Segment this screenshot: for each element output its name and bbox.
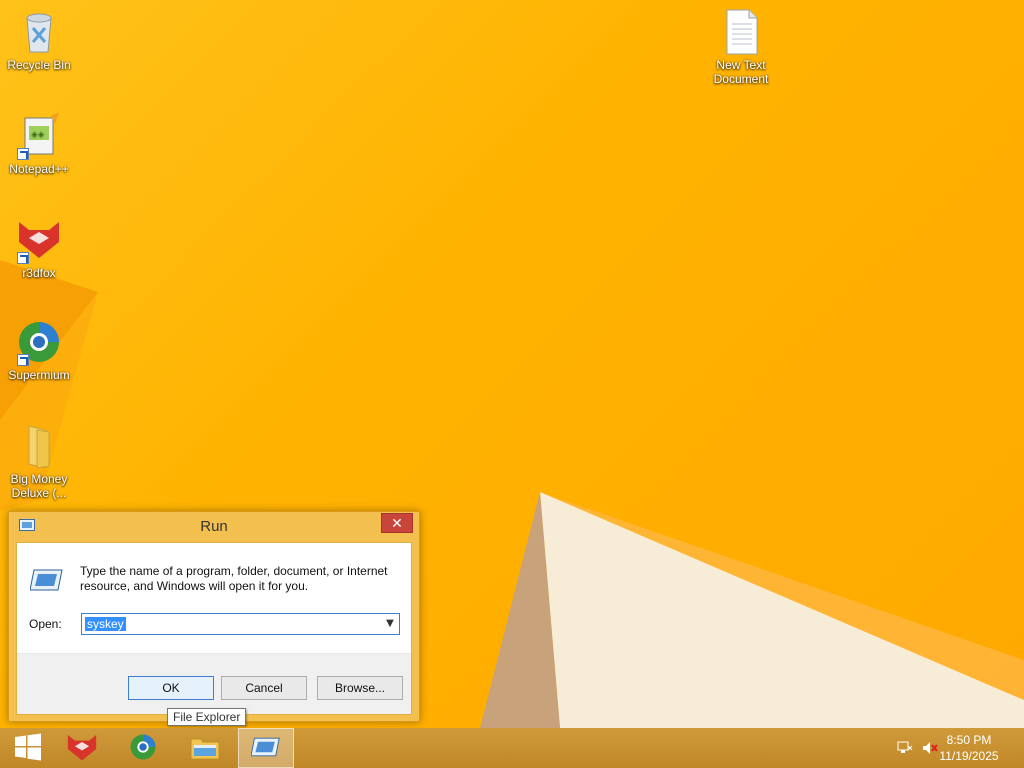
desktop-icon-label: New Text Document xyxy=(713,58,769,86)
desktop-icon-recycle-bin[interactable]: Recycle Bin xyxy=(1,8,77,72)
taskbar-supermium-button[interactable] xyxy=(115,728,171,768)
desktop-icon-label: Recycle Bin xyxy=(7,58,71,72)
browse-button[interactable]: Browse... xyxy=(317,676,403,700)
run-icon xyxy=(250,736,281,761)
recycle-bin-icon xyxy=(15,8,63,56)
desktop-icon-notepad-plus-plus[interactable]: ++ Notepad++ xyxy=(1,112,77,176)
close-icon: ✕ xyxy=(391,516,403,532)
desktop-icon-label: Supermium xyxy=(8,368,70,382)
open-input-value[interactable]: syskey xyxy=(85,617,126,631)
taskbar-file-explorer-button[interactable] xyxy=(177,728,233,768)
ok-button[interactable]: OK xyxy=(128,676,214,700)
open-label: Open: xyxy=(29,617,62,631)
cancel-button[interactable]: Cancel xyxy=(221,676,307,700)
clock-date: 11/19/2025 xyxy=(939,749,999,763)
shortcut-arrow-icon xyxy=(17,252,29,264)
file-explorer-tooltip: File Explorer xyxy=(167,708,247,726)
supermium-icon xyxy=(15,318,63,366)
desktop-icon-supermium[interactable]: Supermium xyxy=(1,318,77,382)
taskbar-r3dfox-button[interactable] xyxy=(54,728,110,768)
run-dialog-body: Type the name of a program, folder, docu… xyxy=(16,542,412,715)
supermium-icon xyxy=(128,732,158,765)
chevron-down-icon[interactable]: ▼ xyxy=(383,616,397,632)
shortcut-arrow-icon xyxy=(17,148,29,160)
file-explorer-icon xyxy=(189,733,221,764)
run-icon xyxy=(29,568,64,592)
taskbar-run-button[interactable] xyxy=(238,728,294,768)
desktop-icon-label: Big Money Deluxe (... xyxy=(10,472,68,500)
network-icon[interactable] xyxy=(897,740,913,759)
clock-time: 8:50 PM xyxy=(946,733,992,747)
run-description: Type the name of a program, folder, docu… xyxy=(80,564,388,593)
windows-start-icon xyxy=(14,733,42,764)
r3dfox-icon xyxy=(65,732,99,765)
desktop-icon-r3dfox[interactable]: r3dfox xyxy=(1,216,77,280)
r3dfox-icon xyxy=(15,216,63,264)
open-combobox[interactable]: syskey ▼ xyxy=(81,613,400,635)
notepad-plus-plus-icon: ++ xyxy=(15,112,63,160)
desktop-icon-new-text-document[interactable]: New Text Document xyxy=(703,8,779,86)
shortcut-arrow-icon xyxy=(17,354,29,366)
run-dialog-title: Run xyxy=(200,518,228,535)
run-dialog: Run ✕ Type the name of a program, folder… xyxy=(8,511,420,722)
run-titlebar[interactable]: Run ✕ xyxy=(9,512,419,540)
desktop-icon-label: r3dfox xyxy=(22,266,56,280)
svg-text:++: ++ xyxy=(31,130,44,139)
desktop-icon-big-money-folder[interactable]: Big Money Deluxe (... xyxy=(1,422,77,500)
text-document-icon xyxy=(717,8,765,56)
close-button[interactable]: ✕ xyxy=(381,513,413,533)
system-clock[interactable]: 8:50 PM 11/19/2025 xyxy=(934,732,1004,764)
taskbar: 8:50 PM 11/19/2025 xyxy=(0,728,1024,768)
start-button[interactable] xyxy=(0,728,56,768)
desktop-icon-label: Notepad++ xyxy=(9,162,69,176)
folder-icon xyxy=(15,422,63,470)
